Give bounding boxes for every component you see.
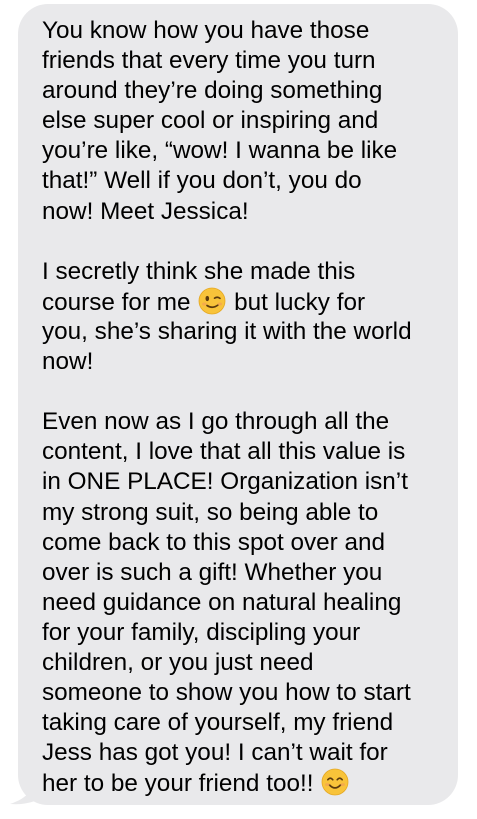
message-line: come back to this spot over and [42, 528, 386, 556]
message-line: you’re like, “wow! I wanna be like [42, 137, 398, 165]
message-line: my strong suit, so being able to [42, 498, 379, 526]
message-line: her to be your friend too!! [42, 768, 452, 798]
message-line: You know how you have those [42, 17, 370, 44]
message-line: Even now as I go through all the [42, 408, 390, 436]
message-thread: You know how you have those friends that… [0, 0, 477, 819]
message-line: someone to show you how to start [42, 679, 411, 707]
message-line: taking care of yourself, my friend [42, 709, 394, 737]
message-line: now! Meet Jessica! [42, 197, 249, 225]
message-line: around they’re doing something [42, 77, 383, 105]
message-line: that!” Well if you don’t, you do [42, 167, 362, 195]
message-line: in ONE PLACE! Organization isn’t [42, 468, 408, 496]
message-line: content, I love that all this value is [42, 438, 406, 466]
message-line: need guidance on natural healing [42, 588, 402, 616]
winking-face-icon [198, 287, 226, 315]
message-fragment: but lucky for [234, 288, 366, 316]
smiling-face-icon [321, 768, 349, 796]
message-text: You know how you have those friends that… [42, 16, 452, 798]
message-line: now! [42, 348, 94, 376]
message-line: course for me but lucky for [42, 287, 452, 317]
message-line: Jess has got you! I can’t wait for [42, 739, 388, 767]
message-fragment: course for me [42, 288, 191, 316]
message-line: over is such a gift! Whether you [42, 558, 383, 586]
message-line: children, or you just need [42, 648, 314, 676]
message-line: else super cool or inspiring and [42, 107, 379, 135]
message-line: you, she’s sharing it with the world [42, 317, 412, 345]
message-line: I secretly think she made this [42, 257, 356, 285]
message-fragment: her to be your friend too!! [42, 770, 314, 798]
bubble-tail [10, 772, 44, 805]
message-line: for your family, discipling your [42, 618, 361, 646]
message-line: friends that every time you turn [42, 47, 376, 75]
